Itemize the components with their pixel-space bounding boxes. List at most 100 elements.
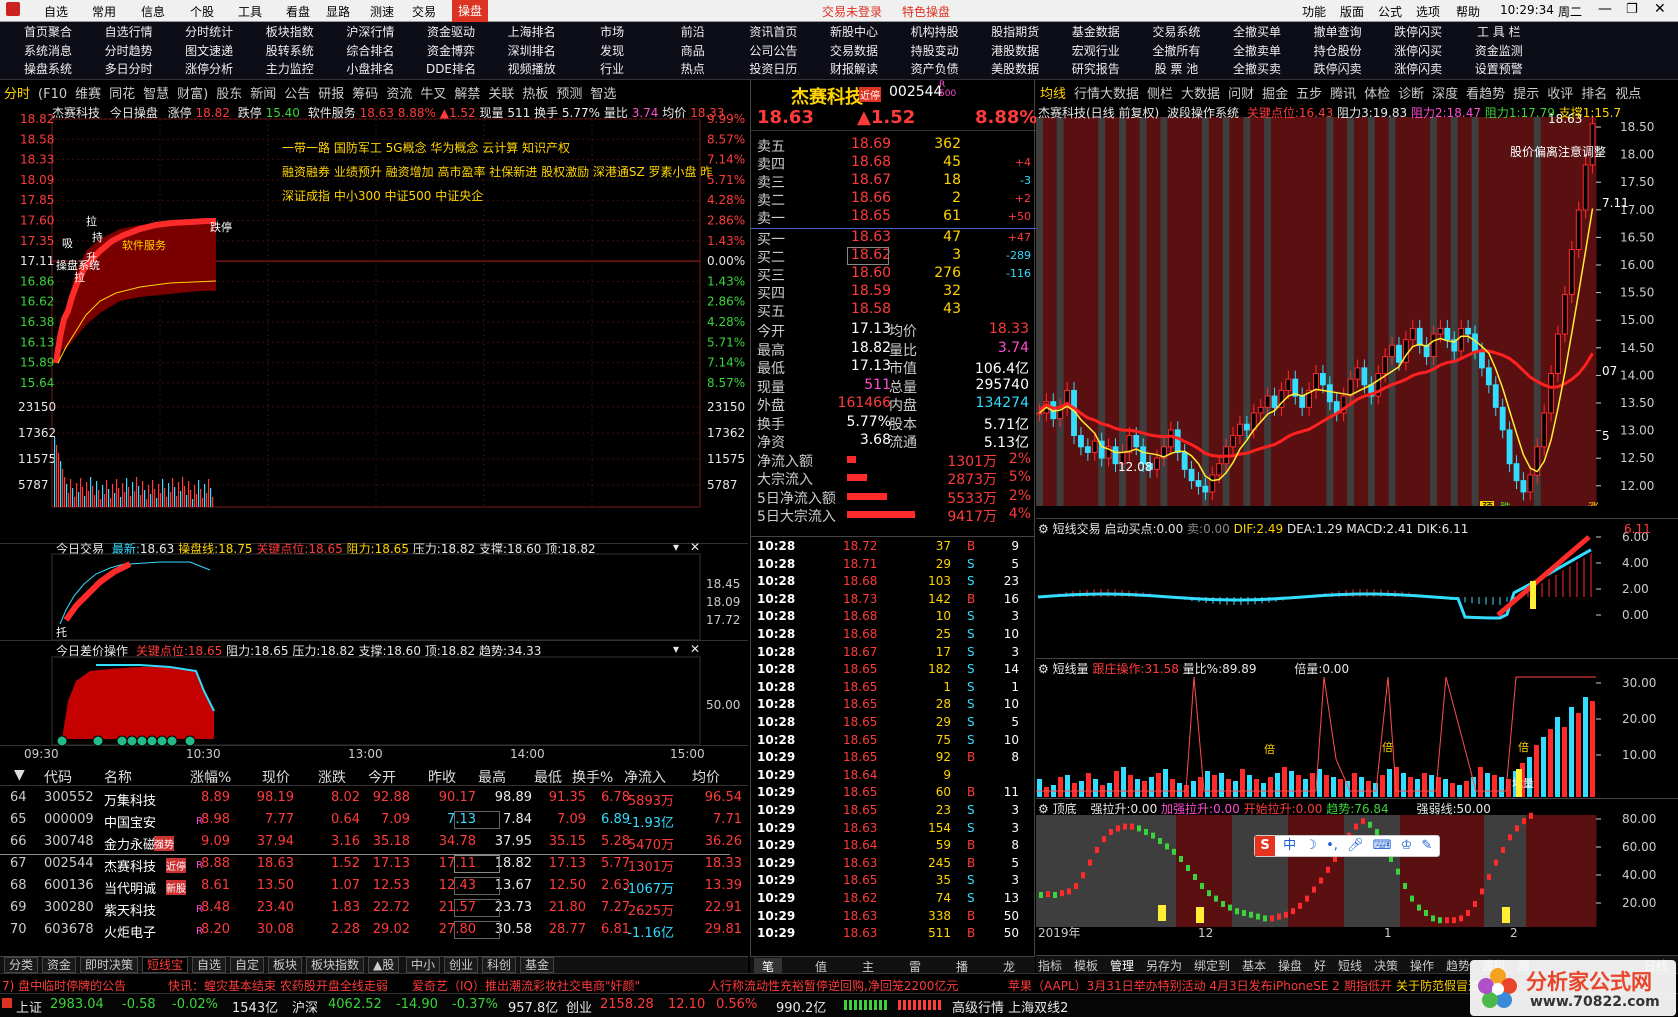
ticker-item[interactable]: 7) 盘中临时停牌的公告 (2, 977, 126, 993)
bottom-tab[interactable]: 即时决策 (80, 957, 139, 973)
nav-item[interactable]: 跌停闪买 (1378, 23, 1458, 41)
bottom-tab[interactable]: ▲股 (368, 957, 400, 973)
nav-item[interactable]: 交易数据 (814, 42, 894, 60)
nav-item[interactable]: 新股中心 (814, 23, 894, 41)
kline-foot-item[interactable]: 趋势 (1446, 957, 1470, 974)
tick-row[interactable]: 10:29 18.63 338 B 50 (751, 909, 1021, 927)
nav-item[interactable]: 涨停闪卖 (1378, 60, 1458, 78)
menu-item-xuanxiang[interactable]: 选项 (1416, 3, 1440, 20)
kline-foot-item[interactable]: 好 (1314, 957, 1326, 974)
nav-item[interactable]: 发现 (572, 42, 652, 60)
col-header[interactable]: 昨收 (428, 767, 456, 787)
left-tab[interactable]: (F10 (38, 87, 67, 102)
nav-item[interactable]: 股 票 池 (1136, 60, 1216, 78)
table-row[interactable]: 64 300552 万集科技 8.89 98.19 8.02 92.88 90.17 98.89… (0, 788, 742, 810)
kline-foot-item[interactable]: 操作 (1410, 957, 1434, 974)
nav-item[interactable]: 系统消息 (8, 42, 88, 60)
tick-row[interactable]: 10:28 18.67 17 S 3 (751, 645, 1021, 663)
tick-row[interactable]: 10:28 18.68 103 S 23 (751, 574, 1021, 592)
special-caopan-link[interactable]: 特色操盘 (902, 3, 950, 20)
left-tab[interactable]: 关联 (488, 87, 514, 102)
col-header[interactable]: 涨幅% (190, 767, 231, 787)
col-header[interactable]: 现价 (262, 767, 290, 787)
col-header[interactable]: 今开 (368, 767, 396, 787)
nav-item[interactable]: 资讯首页 (733, 23, 813, 41)
kline-foot-item[interactable]: 绑定到 (1194, 957, 1230, 974)
tick-row[interactable]: 10:29 18.63 154 S 3 (751, 821, 1021, 839)
kline-foot-item[interactable]: 管理 (1110, 957, 1134, 974)
left-tab[interactable]: 热板 (522, 87, 548, 102)
menu-item-kanpan[interactable]: 看盘 (286, 3, 310, 20)
left-tab[interactable]: 股东 (216, 87, 242, 102)
tick-row[interactable]: 10:29 18.65 92 B 8 (751, 750, 1021, 768)
menu-item-gegu[interactable]: 个股 (190, 3, 214, 20)
left-tab[interactable]: 解禁 (454, 87, 480, 102)
nav-item[interactable]: 综合排名 (330, 42, 410, 60)
table-row[interactable]: 66 300748 金力永磁 9.09 37.94 3.16 35.18 34.78 37.95… (0, 832, 742, 854)
nav-item[interactable]: 沪深行情 (330, 23, 410, 41)
nav-item[interactable]: DDE排名 (411, 60, 491, 78)
nav-item[interactable]: 行业 (572, 60, 652, 78)
kline-chart[interactable]: 18.5018.0017.5017.0016.5016.0015.5015.00… (1036, 101, 1678, 506)
kline-tab[interactable]: 收评 (1547, 87, 1573, 102)
menu-item-gongshi[interactable]: 公式 (1378, 3, 1402, 20)
left-tab[interactable]: 资流 (386, 87, 412, 102)
nav-item[interactable]: 操盘系统 (8, 60, 88, 78)
left-tab[interactable]: 筹码 (352, 87, 378, 102)
nav-item[interactable]: 板块指数 (250, 23, 330, 41)
kline-tab[interactable]: 排名 (1581, 87, 1607, 102)
nav-item[interactable]: 全撤买单 (1217, 23, 1297, 41)
nav-item[interactable]: 财报解读 (814, 60, 894, 78)
kline-tab[interactable]: 视点 (1615, 87, 1641, 102)
kline-foot-item[interactable]: 短线 (1338, 957, 1362, 974)
nav-item[interactable]: 小盘排名 (330, 60, 410, 78)
kline-system[interactable]: 波段操作系统 (1167, 106, 1239, 120)
tick-row[interactable]: 10:29 18.64 59 B 8 (751, 838, 1021, 856)
kline-foot-item[interactable]: 操盘 (1278, 957, 1302, 974)
nav-item[interactable]: 撤单查询 (1298, 23, 1378, 41)
sub2-chart[interactable]: 50.00 (0, 641, 748, 746)
nav-item[interactable]: 涨停分析 (169, 60, 249, 78)
nav-item[interactable]: 持仓股份 (1298, 42, 1378, 60)
kline-foot-item[interactable]: 决策 (1374, 957, 1398, 974)
macd-chart[interactable]: 6.004.002.000.006.11 (1036, 519, 1678, 659)
left-tab[interactable]: 牛叉 (420, 87, 446, 102)
ime-mic-icon[interactable]: 🎤︎ (1347, 838, 1364, 853)
nav-item[interactable]: 研究报告 (1056, 60, 1136, 78)
left-tab[interactable]: 新闻 (250, 87, 276, 102)
bottom-tab[interactable]: 基金 (520, 957, 555, 973)
ime-moon-icon[interactable]: ☽ (1305, 838, 1317, 853)
nav-item[interactable]: 自选行情 (89, 23, 169, 41)
tick-row[interactable]: 10:29 18.65 35 S 3 (751, 873, 1021, 891)
ticker-item[interactable]: 期指低开 (1344, 977, 1392, 993)
tick-row[interactable]: 10:28 18.65 28 S 10 (751, 697, 1021, 715)
kline-tab[interactable]: 提示 (1513, 87, 1539, 102)
menu-item-gongju[interactable]: 工具 (238, 3, 262, 20)
ticker-item[interactable]: 苹果（AAPL）3月31日举办特别活动 4月3日发布iPhoneSE 2 (1008, 977, 1340, 993)
tick-row[interactable]: 10:29 18.65 60 B 11 (751, 785, 1021, 803)
tick-list[interactable]: 10:28 18.72 37 B 9 10:28 18.71 29 S 5 10:28 18.68 10… (750, 536, 1035, 956)
volume-chart[interactable]: 30.00 20.00 10.00 倍 倍 倍地量 (1036, 659, 1678, 799)
col-header[interactable]: 最低 (534, 767, 562, 787)
menu-item-jiaoyi[interactable]: 交易 (412, 3, 436, 20)
nav-item[interactable]: 视频播放 (492, 60, 572, 78)
nav-item[interactable]: 跌停闪卖 (1298, 60, 1378, 78)
kline-foot-item[interactable]: 模板 (1074, 957, 1098, 974)
bottom-tab[interactable]: 中小 (406, 957, 441, 973)
kline-foot-item[interactable]: 另存为 (1146, 957, 1182, 974)
nav-item[interactable]: 投资日历 (733, 60, 813, 78)
col-header[interactable]: 换手% (572, 767, 613, 787)
ime-logo-icon[interactable]: S (1255, 836, 1275, 856)
col-header[interactable]: 均价 (692, 767, 720, 787)
nav-item[interactable]: 分时统计 (169, 23, 249, 41)
left-tab[interactable]: 预测 (556, 87, 582, 102)
kline-tab[interactable]: 大数据 (1181, 87, 1220, 102)
nav-item[interactable]: 全撤所有 (1136, 42, 1216, 60)
nav-item[interactable]: 工 具 栏 (1459, 23, 1539, 41)
nav-item[interactable]: 持股变动 (895, 42, 975, 60)
restore-icon[interactable]: ❐ (1626, 2, 1638, 17)
left-tab[interactable]: 同花 (109, 87, 135, 102)
nav-item[interactable]: 港股数据 (975, 42, 1055, 60)
tick-row[interactable]: 10:29 18.63 511 B 50 (751, 926, 1021, 944)
col-header[interactable]: 最高 (478, 767, 506, 787)
